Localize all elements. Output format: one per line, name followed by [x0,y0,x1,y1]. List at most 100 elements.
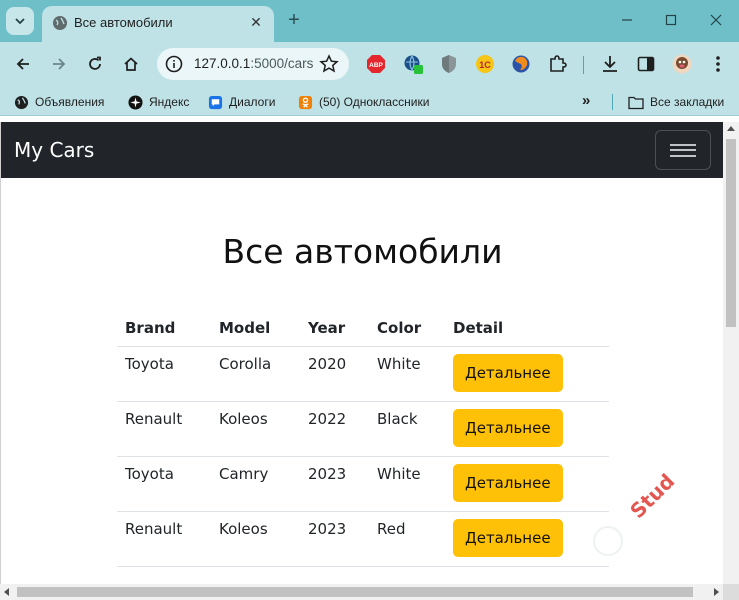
browser-toolbar: 127.0.0.1:5000/cars ABP 1С [0,42,739,86]
tab-strip: Все автомобили ✕ + [0,0,739,42]
window-close-button[interactable] [694,6,738,34]
close-icon[interactable]: ✕ [246,12,266,32]
scroll-right-arrow-icon[interactable] [714,588,719,596]
page-title: Все автомобили [222,232,503,271]
bookmark-label: Объявления [35,95,105,109]
ok-icon [297,94,313,110]
address-bar[interactable]: 127.0.0.1:5000/cars [157,48,349,80]
bookmark-item[interactable]: Яндекс [127,93,189,111]
bookmarks-overflow-button[interactable]: » [582,92,590,109]
scrollbar-corner [723,584,739,600]
info-icon[interactable] [165,55,183,73]
detail-button[interactable]: Детальнее [453,408,563,447]
horizontal-scroll-thumb[interactable] [17,587,693,597]
folder-icon [628,94,644,110]
table-header-row: Brand Model Year Color Detail [117,310,609,347]
cell-year: 2023 [300,511,369,567]
cell-detail: Детальнее [445,401,609,457]
url-text[interactable]: 127.0.0.1:5000/cars [194,56,313,71]
vertical-scroll-thumb[interactable] [726,139,736,327]
detail-button[interactable]: Детальнее [453,463,563,502]
cell-year: 2023 [300,456,369,512]
bookmark-label: (50) Одноклассники [319,95,430,109]
star-icon[interactable] [319,54,339,74]
toolbar-divider [583,56,584,74]
table-row: Toyota Camry 2023 White Детальнее [117,456,609,512]
cell-model: Camry [211,456,300,512]
cell-model: Corolla [211,346,300,402]
cars-table: Brand Model Year Color Detail Toyota Cor… [117,310,609,567]
onec-icon[interactable]: 1С [475,54,495,74]
cell-color: Red [369,511,445,567]
cell-color: White [369,456,445,512]
watermark-text: Stud [625,468,680,524]
navbar-brand[interactable]: My Cars [14,138,94,162]
cell-detail: Детальнее [445,511,609,567]
table-row: Renault Koleos 2023 Red Детальнее [117,511,609,567]
hamburger-icon [670,140,696,160]
cell-color: Black [369,401,445,457]
chat-icon [207,94,223,110]
cell-year: 2022 [300,401,369,457]
cell-year: 2020 [300,346,369,402]
cell-color: White [369,346,445,402]
arrow-right-icon [53,58,66,70]
back-button[interactable] [9,50,37,78]
cell-brand: Toyota [117,346,211,402]
cell-detail: Детальнее [445,456,609,512]
svg-text:1С: 1С [479,60,491,70]
translate-icon[interactable] [403,54,423,74]
bookmark-item[interactable]: Объявления [13,93,104,111]
cell-brand: Renault [117,511,211,567]
all-bookmarks-button[interactable]: Все закладки [628,93,724,111]
cell-model: Koleos [211,401,300,457]
minimize-button[interactable] [605,6,649,34]
cell-brand: Toyota [117,456,211,512]
puzzle-icon[interactable] [547,54,567,74]
column-header-year: Year [300,310,369,347]
download-icon[interactable] [600,54,620,74]
column-header-color: Color [369,310,445,347]
navbar-toggler-button[interactable] [655,130,711,170]
new-tab-button[interactable]: + [282,9,306,33]
url-host: 127.0.0.1 [194,56,251,71]
shield-icon[interactable] [439,54,459,74]
bookmark-item[interactable]: Диалоги [207,93,275,111]
detail-button[interactable]: Детальнее [453,353,563,392]
url-path: :5000/cars [250,56,314,71]
forward-button[interactable] [45,50,73,78]
detail-button[interactable]: Детальнее [453,518,563,557]
tab-title: Все автомобили [74,15,173,30]
page-viewport: My Cars Все автомобили Brand Model Year … [0,122,723,584]
globe-icon [53,16,67,30]
tab-search-button[interactable] [6,7,34,35]
horizontal-scrollbar[interactable] [0,584,739,600]
cell-brand: Renault [117,401,211,457]
menu-dots-icon[interactable] [708,54,728,74]
side-panel-icon[interactable] [636,54,656,74]
bookmark-item[interactable]: (50) Одноклассники [297,93,429,111]
firefox-like-icon[interactable] [511,54,531,74]
column-header-detail: Detail [445,310,609,347]
scroll-up-arrow-icon[interactable] [727,126,735,131]
chevron-down-icon [15,18,25,25]
reload-button[interactable] [81,50,109,78]
bookmark-label: Диалоги [229,95,276,109]
minimize-icon [622,19,632,21]
cell-detail: Детальнее [445,346,609,402]
close-icon [710,14,722,26]
maximize-button[interactable] [649,6,693,34]
home-button[interactable] [117,50,145,78]
bookmarks-divider [612,94,613,110]
active-tab[interactable]: Все автомобили ✕ [42,6,274,42]
reload-icon [89,56,101,70]
column-header-model: Model [211,310,300,347]
profile-avatar[interactable] [672,54,692,74]
home-icon [124,57,138,71]
yandex-icon [127,94,143,110]
adblock-icon[interactable]: ABP [366,54,386,74]
scroll-left-arrow-icon[interactable] [4,588,9,596]
globe-icon [13,94,29,110]
arrow-left-icon [16,58,29,70]
vertical-scrollbar[interactable] [723,122,739,584]
